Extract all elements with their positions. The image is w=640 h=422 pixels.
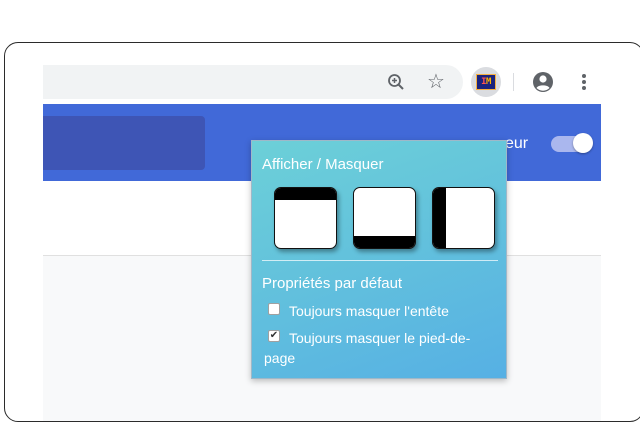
hide-header-checkbox[interactable] (268, 303, 280, 315)
popup-title: Afficher / Masquer (262, 156, 384, 173)
defaults-heading: Propriétés par défaut (262, 275, 403, 292)
star-icon[interactable]: ☆ (425, 71, 447, 93)
extension-popup: Afficher / Masquer Propriétés par défaut… (251, 140, 507, 379)
extension-logo-letter-2: M (486, 77, 491, 87)
header-bar-icon (275, 188, 336, 200)
option-hide-header[interactable]: Toujours masquer l'entête (268, 301, 498, 321)
browser-window: ☆ IM eur Afficher / Masquer Propriétés p… (4, 42, 640, 422)
extension-button[interactable]: IM (471, 67, 501, 97)
sidebar-bar-icon (433, 188, 446, 248)
popup-divider (262, 260, 498, 261)
extension-logo-icon: IM (476, 74, 496, 90)
option-label: Toujours masquer l'entête (289, 303, 449, 319)
banner-toggle-switch[interactable] (551, 133, 593, 153)
option-hide-footer[interactable]: ✔ Toujours masquer le pied-de-page (264, 328, 498, 368)
banner-input-field[interactable] (43, 116, 205, 170)
zoom-in-icon[interactable] (385, 71, 407, 93)
option-label: Toujours masquer le pied-de-page (264, 330, 471, 366)
hide-header-button[interactable] (274, 187, 337, 249)
account-circle-icon[interactable] (532, 71, 554, 93)
banner-label: eur (505, 135, 529, 152)
footer-bar-icon (354, 236, 415, 248)
hide-footer-button[interactable] (353, 187, 416, 249)
hide-sidebar-button[interactable] (432, 187, 495, 249)
more-vert-icon[interactable] (573, 71, 595, 93)
toolbar-separator (513, 73, 514, 91)
toggle-knob (573, 133, 593, 153)
